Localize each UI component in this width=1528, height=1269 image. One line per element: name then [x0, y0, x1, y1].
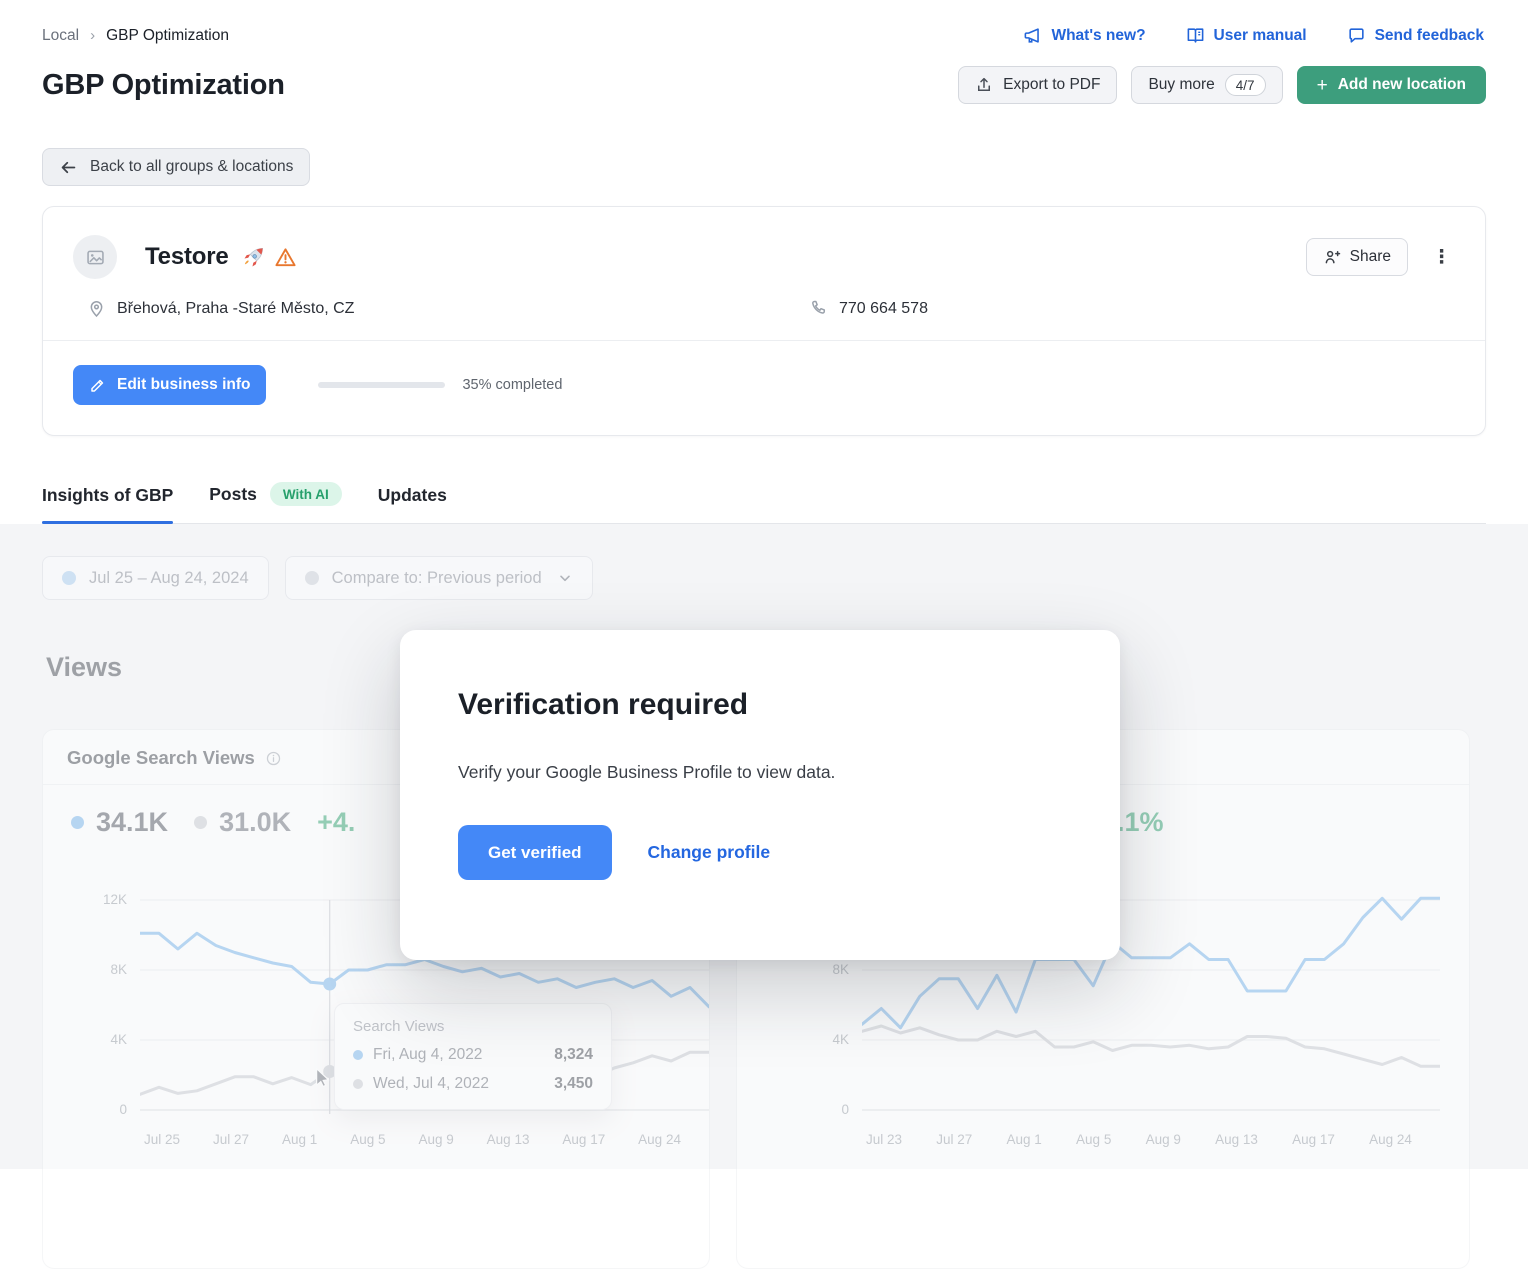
- tabs: Insights of GBP Posts With AI Updates: [42, 482, 1486, 524]
- breadcrumb: Local › GBP Optimization: [42, 27, 229, 45]
- breadcrumb-local[interactable]: Local: [42, 27, 79, 45]
- business-name: Testore: [145, 243, 229, 271]
- maps-views-change-value: .1%: [1117, 807, 1164, 838]
- chevron-down-icon: [557, 570, 573, 586]
- send-feedback-link[interactable]: Send feedback: [1347, 26, 1484, 45]
- locations-count-badge: 4/7: [1225, 74, 1266, 96]
- location-pin-icon: [87, 299, 106, 318]
- verification-modal: Verification required Verify your Google…: [400, 630, 1120, 960]
- person-add-icon: [1323, 248, 1341, 266]
- tab-updates[interactable]: Updates: [378, 485, 447, 523]
- info-icon[interactable]: [265, 750, 282, 767]
- pencil-icon: [89, 376, 107, 394]
- phone-icon: [809, 299, 828, 318]
- y-axis-labels: 12K8K4K0: [43, 896, 127, 1116]
- tooltip-row: Wed, Jul 4, 2022 3,450: [353, 1075, 593, 1093]
- current-period-dot: [62, 571, 76, 585]
- plus-icon: +: [1317, 76, 1328, 95]
- gbp-optimization-page: Local › GBP Optimization What's new? Use…: [0, 0, 1528, 1169]
- book-icon: [1186, 26, 1205, 45]
- title-row: GBP Optimization Export to PDF Buy more …: [0, 45, 1528, 104]
- page-title: GBP Optimization: [42, 69, 285, 102]
- compare-period-select[interactable]: Compare to: Previous period: [285, 556, 593, 600]
- whats-new-link[interactable]: What's new?: [1023, 26, 1145, 45]
- date-range-picker[interactable]: Jul 25 – Aug 24, 2024: [42, 556, 269, 600]
- card-title: Google Search Views: [67, 747, 255, 769]
- business-card: Testore: [42, 206, 1486, 436]
- help-links: What's new? User manual Send feedback: [1023, 26, 1484, 45]
- previous-value-dot: [194, 816, 207, 829]
- search-views-change-value: +4.: [317, 807, 355, 838]
- tab-posts[interactable]: Posts With AI: [209, 482, 342, 523]
- share-button[interactable]: Share: [1306, 238, 1408, 276]
- tooltip-title: Search Views: [353, 1018, 593, 1035]
- chevron-right-icon: ›: [90, 27, 95, 44]
- previous-period-dot: [305, 571, 319, 585]
- image-placeholder-icon: [85, 247, 106, 268]
- megaphone-icon: [1023, 26, 1042, 45]
- buy-more-button[interactable]: Buy more 4/7: [1131, 66, 1282, 104]
- breadcrumb-current: GBP Optimization: [106, 27, 229, 45]
- warning-icon[interactable]: [274, 246, 297, 269]
- filters: Jul 25 – Aug 24, 2024 Compare to: Previo…: [42, 556, 1486, 600]
- progress-bar: [318, 382, 445, 388]
- add-new-location-button[interactable]: + Add new location: [1297, 66, 1486, 104]
- business-phone: 770 664 578: [809, 299, 928, 318]
- tooltip-previous-dot: [353, 1079, 363, 1089]
- tooltip-current-dot: [353, 1050, 363, 1060]
- progress-label: 35% completed: [462, 377, 562, 393]
- chart-tooltip: Search Views Fri, Aug 4, 2022 8,324 Wed,…: [334, 1003, 612, 1110]
- mouse-cursor: [315, 1068, 332, 1090]
- modal-body: Verify your Google Business Profile to v…: [458, 762, 1062, 783]
- arrow-left-icon: [59, 158, 78, 177]
- current-value-dot: [71, 816, 84, 829]
- export-pdf-button[interactable]: Export to PDF: [958, 66, 1117, 104]
- tab-insights-of-gbp[interactable]: Insights of GBP: [42, 485, 173, 523]
- with-ai-badge: With AI: [270, 482, 342, 506]
- x-axis-labels: Jul 25Jul 27Aug 1Aug 5Aug 9Aug 13Aug 17A…: [140, 1132, 709, 1147]
- business-avatar: [73, 235, 117, 279]
- edit-business-info-button[interactable]: Edit business info: [73, 365, 266, 405]
- search-views-current-value: 34.1K: [96, 807, 168, 838]
- change-profile-link[interactable]: Change profile: [648, 842, 771, 863]
- modal-title: Verification required: [458, 688, 1062, 722]
- get-verified-button[interactable]: Get verified: [458, 825, 612, 880]
- search-views-previous-value: 31.0K: [219, 807, 291, 838]
- kebab-menu-icon[interactable]: ⋮: [1426, 244, 1457, 271]
- profile-completion: 35% completed: [318, 377, 562, 393]
- business-address: Břehová, Praha -Staré Město, CZ: [87, 299, 809, 318]
- back-to-groups-button[interactable]: Back to all groups & locations: [42, 148, 310, 186]
- chat-icon: [1347, 26, 1366, 45]
- topbar: Local › GBP Optimization What's new? Use…: [0, 0, 1528, 45]
- tooltip-row: Fri, Aug 4, 2022 8,324: [353, 1046, 593, 1064]
- export-icon: [975, 76, 993, 94]
- business-badges: [242, 246, 297, 269]
- x-axis-labels: Jul 23Jul 27Aug 1Aug 5Aug 9Aug 13Aug 17A…: [862, 1132, 1440, 1147]
- header-actions: Export to PDF Buy more 4/7 + Add new loc…: [958, 66, 1486, 104]
- user-manual-link[interactable]: User manual: [1186, 26, 1307, 45]
- rocket-icon: [242, 246, 265, 269]
